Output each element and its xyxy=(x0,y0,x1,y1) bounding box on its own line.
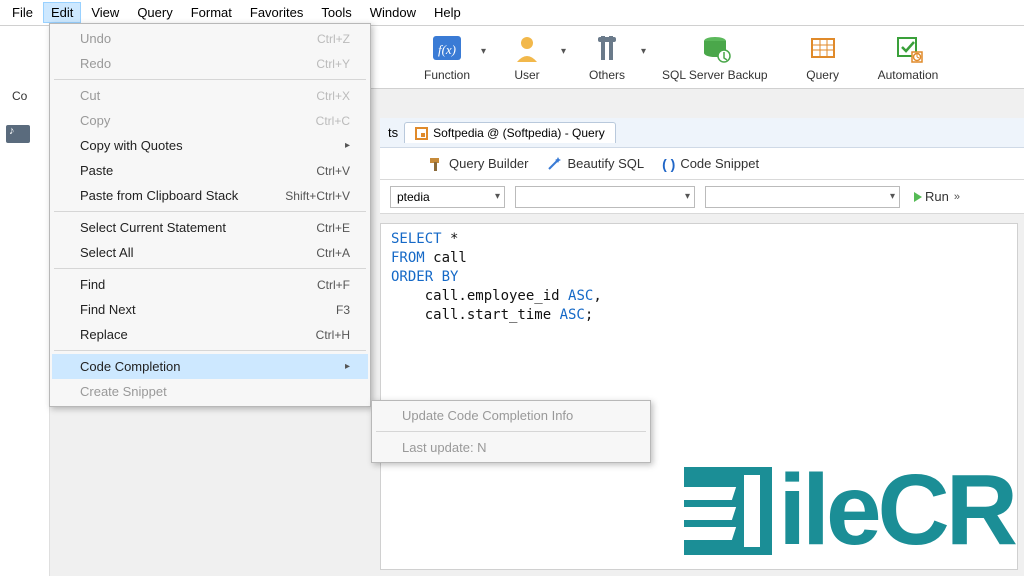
tab-title: Softpedia @ (Softpedia) - Query xyxy=(433,126,605,140)
run-button[interactable]: Run » xyxy=(914,189,961,204)
query-icon xyxy=(807,32,839,64)
chevron-down-icon[interactable]: ▾ xyxy=(641,46,646,57)
menu-code-completion[interactable]: Code Completion▸ xyxy=(52,354,368,379)
backup-button[interactable]: SQL Server Backup xyxy=(662,32,768,82)
code-completion-submenu: Update Code Completion Info Last update:… xyxy=(371,400,651,463)
user-icon xyxy=(511,32,543,64)
schema-select[interactable] xyxy=(515,186,695,208)
menu-help[interactable]: Help xyxy=(426,2,469,23)
menu-format[interactable]: Format xyxy=(183,2,240,23)
menu-paste[interactable]: PasteCtrl+V xyxy=(52,158,368,183)
run-more-icon[interactable]: » xyxy=(954,191,961,203)
beautify-sql-button[interactable]: Beautify SQL xyxy=(546,156,644,172)
menu-favorites[interactable]: Favorites xyxy=(242,2,311,23)
menu-view[interactable]: View xyxy=(83,2,127,23)
wand-icon xyxy=(546,156,562,172)
query-button[interactable]: Query xyxy=(798,32,848,82)
database-select[interactable]: ptedia xyxy=(390,186,505,208)
function-icon: f(x) xyxy=(431,32,463,64)
submenu-last-update: Last update: N xyxy=(374,435,648,460)
query-toolbar: Query Builder Beautify SQL ( ) Code Snip… xyxy=(380,148,1024,180)
menu-window[interactable]: Window xyxy=(362,2,424,23)
menu-select-all[interactable]: Select AllCtrl+A xyxy=(52,240,368,265)
backup-icon xyxy=(699,32,731,64)
menu-paste-clipboard[interactable]: Paste from Clipboard StackShift+Ctrl+V xyxy=(52,183,368,208)
chevron-down-icon[interactable]: ▾ xyxy=(481,46,486,57)
menu-copy[interactable]: CopyCtrl+C xyxy=(52,108,368,133)
menu-file[interactable]: File xyxy=(4,2,41,23)
left-sidebar: Co xyxy=(0,35,50,576)
menu-create-snippet[interactable]: Create Snippet xyxy=(52,379,368,404)
automation-button[interactable]: Automation xyxy=(878,32,939,82)
paren-icon: ( ) xyxy=(662,156,675,172)
edit-menu: UndoCtrl+Z RedoCtrl+Y CutCtrl+X CopyCtrl… xyxy=(49,23,371,407)
select-row: ptedia Run » xyxy=(380,180,1024,214)
menu-find-next[interactable]: Find NextF3 xyxy=(52,297,368,322)
connection-icon[interactable] xyxy=(6,125,30,143)
object-select[interactable] xyxy=(705,186,900,208)
menu-find[interactable]: FindCtrl+F xyxy=(52,272,368,297)
table-icon xyxy=(415,127,428,140)
menu-replace[interactable]: ReplaceCtrl+H xyxy=(52,322,368,347)
sql-editor[interactable]: SELECT * FROM call ORDER BY call.employe… xyxy=(380,223,1018,570)
query-builder-button[interactable]: Query Builder xyxy=(428,156,528,172)
query-tab[interactable]: Softpedia @ (Softpedia) - Query xyxy=(404,122,616,143)
menu-query[interactable]: Query xyxy=(129,2,180,23)
code-snippet-button[interactable]: ( ) Code Snippet xyxy=(662,156,759,172)
chevron-down-icon[interactable]: ▾ xyxy=(561,46,566,57)
chevron-right-icon: ▸ xyxy=(345,361,350,372)
others-button[interactable]: Others ▾ xyxy=(582,32,632,82)
chevron-right-icon: ▸ xyxy=(345,140,350,151)
menu-cut[interactable]: CutCtrl+X xyxy=(52,83,368,108)
function-button[interactable]: f(x) Function ▾ xyxy=(422,32,472,82)
tools-icon xyxy=(591,32,623,64)
menu-edit[interactable]: Edit xyxy=(43,2,81,23)
svg-text:f(x): f(x) xyxy=(438,42,456,57)
automation-icon xyxy=(892,32,924,64)
left-label: Co xyxy=(0,35,49,103)
hammer-icon xyxy=(428,156,444,172)
play-icon xyxy=(914,192,922,202)
tab-bar: ts Softpedia @ (Softpedia) - Query xyxy=(380,118,1024,148)
menu-tools[interactable]: Tools xyxy=(313,2,359,23)
menu-copy-quotes[interactable]: Copy with Quotes▸ xyxy=(52,133,368,158)
menu-redo[interactable]: RedoCtrl+Y xyxy=(52,51,368,76)
submenu-update[interactable]: Update Code Completion Info xyxy=(374,403,648,428)
menu-select-statement[interactable]: Select Current StatementCtrl+E xyxy=(52,215,368,240)
menu-undo[interactable]: UndoCtrl+Z xyxy=(52,26,368,51)
tab-ts[interactable]: ts xyxy=(388,125,398,140)
user-button[interactable]: User ▾ xyxy=(502,32,552,82)
